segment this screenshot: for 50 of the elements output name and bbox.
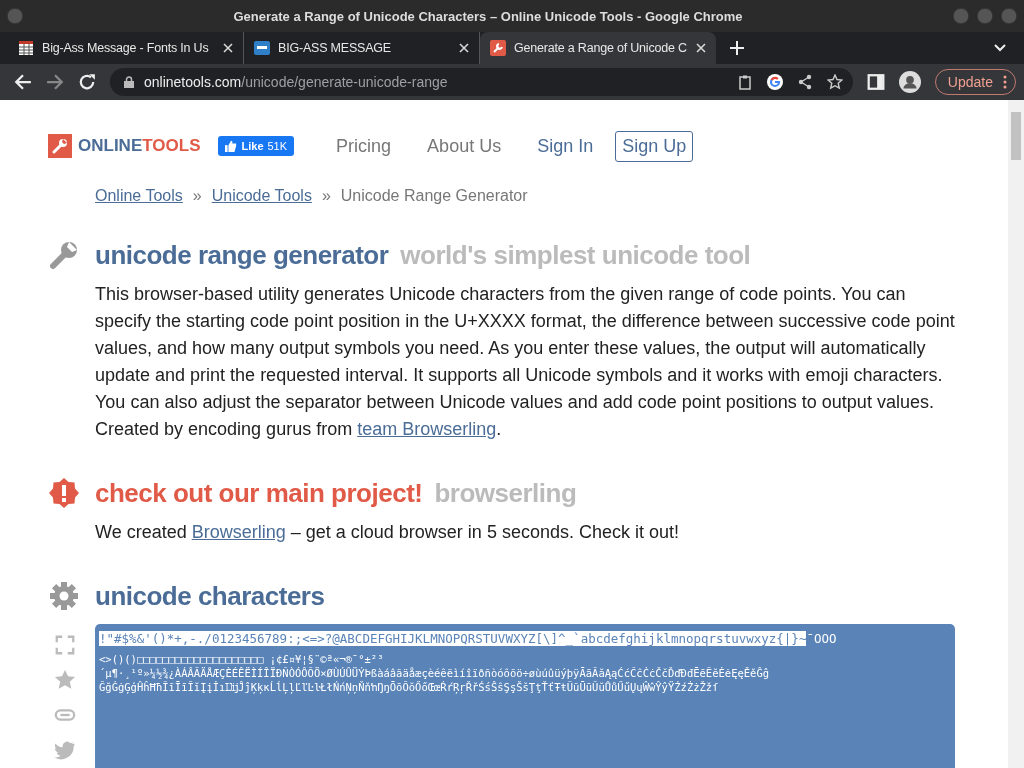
profile-avatar-icon[interactable]: [898, 71, 921, 93]
forward-icon[interactable]: [46, 73, 64, 91]
address-field[interactable]: onlinetools.com/unicode/generate-unicode-range: [110, 68, 853, 96]
section-subtitle: world's simplest unicode tool: [400, 239, 751, 271]
text-link[interactable]: Browserling: [191, 522, 286, 542]
lock-icon: [124, 76, 134, 88]
chevron-down-icon[interactable]: [994, 44, 1006, 52]
more-icon[interactable]: [1003, 75, 1007, 89]
section-title: unicode range generator: [95, 239, 389, 271]
alert-icon: [48, 477, 80, 509]
nav-link[interactable]: Sign In: [537, 135, 594, 157]
scrollbar-thumb[interactable]: [1011, 112, 1021, 160]
breadcrumb-link[interactable]: Online Tools: [95, 187, 183, 205]
nav-link[interactable]: Pricing: [336, 135, 392, 157]
new-tab-icon[interactable]: [730, 41, 744, 55]
output-textarea[interactable]: [95, 624, 955, 768]
google-icon[interactable]: [766, 74, 783, 90]
output-line: <>()()□□□□□□□□□□□□□□□□□□□□ ¡¢£¤¥¦§¨©ª«¬®¯°±²³: [99, 652, 385, 666]
logo-text[interactable]: ONLINETOOLS: [78, 136, 201, 156]
breadcrumb-link[interactable]: Unicode Tools: [211, 187, 312, 205]
output-line: ´µ¶·¸¹º»¼½¾¿ÀÁÂÃÄÅÆÇÈÉÊËÌÍÎÏÐÑÒÓÔÕÖ×ØÙÚÛÜÝÞßàáâãäåæçèéêëìíîïðñòóôõö÷øùúûüýþÿĀāĂăĄąĆćĈĉĊċČčĎďĐđĒēĔĕĖėĘęĚěĜĝ: [99, 666, 771, 680]
breadcrumb-separator: »: [321, 187, 331, 205]
wrench-logo-icon[interactable]: [48, 134, 72, 158]
section-paragraph: We created Browserling – get a cloud browser in 5 seconds. Check it out!: [95, 521, 680, 544]
back-icon[interactable]: [14, 73, 32, 91]
section-paragraph: This browser-based utility generates Unicode characters from the given range of code points. You can specify the starting code point position in the U+XXXX format, the difference between successive code point values, and how many output symbols you need. As you enter these values, the output will automatically update and print the requested interval. It supports all Unicode symbols and it works with emoji characters. You can also adjust the separator between Unicode values and add code point positions to output values. Created by encoding gurus from team Browserling.: [95, 283, 956, 441]
browser-tab[interactable]: Generate a Range of Unicode C: [480, 32, 716, 64]
section-title: check out our main project!: [95, 477, 423, 509]
side-panel-icon[interactable]: [866, 73, 885, 91]
window-title: Generate a Range of Unicode Characters – Online Unicode Tools - Google Chrome: [232, 8, 744, 24]
thumbs-up-icon: [225, 140, 238, 152]
reload-icon[interactable]: [78, 73, 96, 91]
wrench-icon: [48, 239, 80, 271]
section-title: unicode characters: [95, 580, 325, 612]
table-icon: [18, 40, 34, 56]
like-button[interactable]: Like 51K: [218, 136, 295, 156]
output-line: !"#$%&'()*+,-./0123456789:;<=>?@ABCDEFGHIJKLMNOPQRSTUVWXYZ[\]^_`abcdefghijklmnopqrstuvwxyz{|}~ˉOOO: [99, 630, 838, 648]
gear-icon: [48, 580, 80, 612]
section-subtitle: browserling: [434, 477, 577, 509]
wrench-icon: [490, 40, 506, 56]
clipboard-icon[interactable]: [736, 74, 753, 90]
square-icon: [254, 40, 270, 56]
output-line: ĞğĠġĢģĤĥĦħĨĩĪīĬĭĮįİıĲĳĴĵĶķĸĹĺĻļĽľĿŀŁłŃńŅņŇňŉŊŋŌōŎŏŐőŒœŔŕŖŗŘřŚśŜŝŞşŠšŢţŤťŦŧŨũŪūŬŭŮůŰűŲųŴŵŶŷŸŹźŻżŽžſ: [99, 680, 720, 694]
share-icon[interactable]: [796, 74, 813, 90]
star-icon[interactable]: [54, 669, 76, 691]
breadcrumb-separator: »: [192, 187, 202, 205]
star-icon[interactable]: [826, 74, 843, 90]
text-link[interactable]: team Browserling: [357, 419, 497, 439]
nav-link[interactable]: About Us: [427, 135, 502, 157]
breadcrumb-current: Unicode Range Generator: [340, 187, 528, 205]
